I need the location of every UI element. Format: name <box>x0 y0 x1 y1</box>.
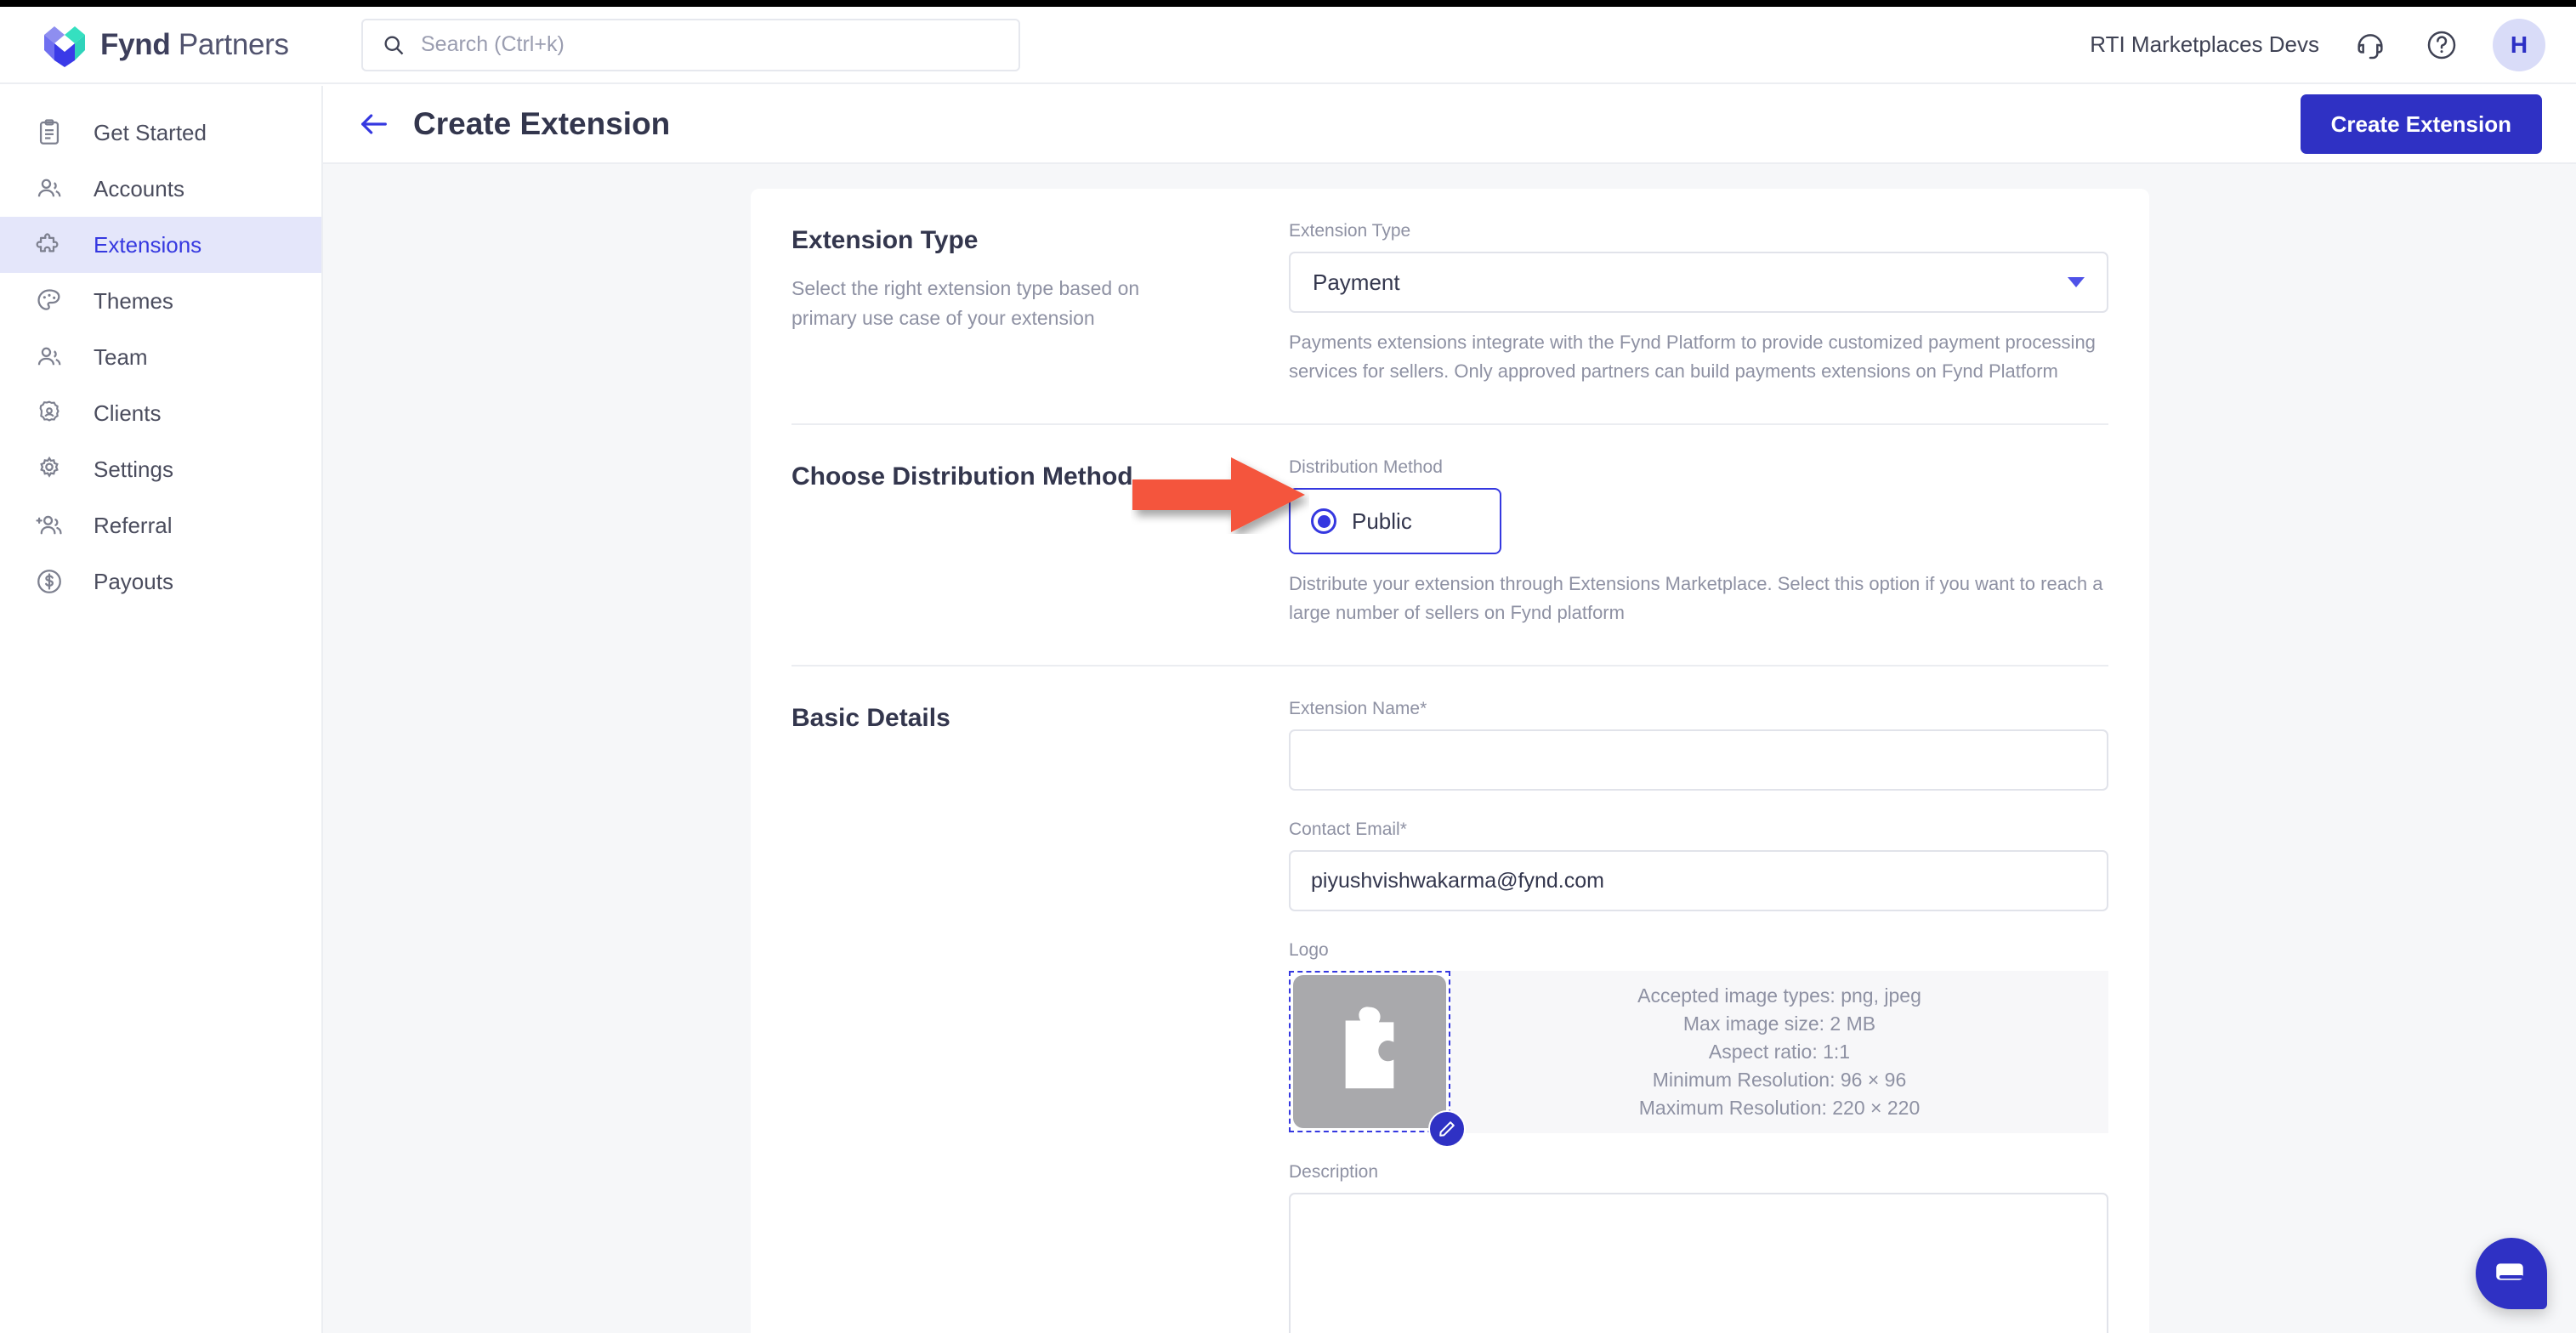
sidebar-item-accounts[interactable]: Accounts <box>0 161 321 217</box>
section-basic-details: Basic Details Extension Name* Contact Em… <box>751 666 2149 1333</box>
create-extension-form-card: Extension Type Select the right extensio… <box>751 189 2149 1333</box>
search-icon <box>382 33 406 57</box>
logo-label: Logo <box>1289 940 1329 961</box>
sidebar-item-label: Settings <box>94 456 173 482</box>
extension-type-select[interactable]: Payment <box>1289 252 2108 313</box>
chat-widget-button[interactable] <box>2476 1238 2547 1309</box>
sidebar-item-payouts[interactable]: Payouts <box>0 553 321 610</box>
distribution-helper: Distribute your extension through Extens… <box>1289 573 2103 624</box>
sidebar-item-clients[interactable]: Clients <box>0 385 321 441</box>
radio-selected-icon <box>1311 508 1336 535</box>
distribution-option-label: Public <box>1352 508 1412 534</box>
puzzle-icon <box>31 230 68 259</box>
gear-icon <box>31 455 68 484</box>
org-name[interactable]: RTI Marketplaces Devs <box>2090 31 2319 58</box>
clipboard-icon <box>31 118 68 147</box>
page-header: Create Extension Create Extension <box>323 86 2576 164</box>
create-extension-button[interactable]: Create Extension <box>2300 94 2542 154</box>
window-top-edge <box>0 0 2576 7</box>
extension-type-label: Extension Type <box>1289 221 1411 241</box>
brand-name-bold: Fynd <box>100 27 171 61</box>
logo-spec-item: Minimum Resolution: 96 × 96 <box>1652 1069 1907 1092</box>
extension-type-helper: Payments extensions integrate with the F… <box>1289 332 2096 383</box>
person-add-icon <box>31 511 68 540</box>
sidebar-item-themes[interactable]: Themes <box>0 273 321 329</box>
contact-email-input[interactable] <box>1289 850 2108 912</box>
distribution-method-label: Distribution Method <box>1289 457 1443 478</box>
puzzle-piece-icon <box>1293 975 1446 1129</box>
extension-name-label: Extension Name* <box>1289 699 1427 719</box>
people-icon <box>31 343 68 372</box>
sidebar-item-referral[interactable]: Referral <box>0 497 321 553</box>
sidebar-item-extensions[interactable]: Extensions <box>0 217 321 273</box>
sidebar-item-label: Clients <box>94 400 162 426</box>
top-bar-right-group: RTI Marketplaces Devs H <box>2090 18 2545 71</box>
sidebar-item-label: Themes <box>94 287 173 314</box>
top-bar: Fynd Partners Search (Ctrl+k) RTI Market… <box>0 7 2576 84</box>
sidebar-item-label: Team <box>94 343 148 370</box>
sidebar: Get Started Accounts Extensions Themes T… <box>0 86 323 1333</box>
chat-bubble-icon <box>2492 1254 2531 1294</box>
logo-specs: Accepted image types: png, jpeg Max imag… <box>1450 971 2108 1134</box>
arrow-left-icon[interactable] <box>357 107 391 141</box>
search-input[interactable]: Search (Ctrl+k) <box>361 18 1020 71</box>
page-title: Create Extension <box>413 106 671 141</box>
app-screen: Fynd Partners Search (Ctrl+k) RTI Market… <box>0 0 2576 1333</box>
description-group: Description <box>1289 1162 2108 1333</box>
dollar-circle-icon <box>31 567 68 596</box>
brand-name-light: Partners <box>170 27 289 61</box>
people-icon <box>31 174 68 203</box>
search-placeholder: Search (Ctrl+k) <box>421 32 565 56</box>
sidebar-item-label: Extensions <box>94 231 202 258</box>
section-title: Basic Details <box>792 704 950 733</box>
question-help-icon[interactable] <box>2421 25 2462 65</box>
sidebar-item-label: Referral <box>94 512 173 538</box>
headset-support-icon[interactable] <box>2350 25 2391 65</box>
section-distribution-method: Choose Distribution Method Distribution … <box>751 425 2149 665</box>
sidebar-item-team[interactable]: Team <box>0 329 321 385</box>
sidebar-item-settings[interactable]: Settings <box>0 441 321 497</box>
logo-spec-item: Aspect ratio: 1:1 <box>1708 1041 1851 1064</box>
fynd-heart-logo <box>41 23 88 67</box>
client-gear-icon <box>31 399 68 428</box>
logo-spec-item: Maximum Resolution: 220 × 220 <box>1638 1097 1921 1120</box>
extension-name-input[interactable] <box>1289 729 2108 791</box>
logo-upload-box[interactable] <box>1289 971 1466 1149</box>
brand-name: Fynd Partners <box>100 28 289 62</box>
logo-group: Logo Accepted image types: png, jpeg Max… <box>1289 940 2108 1149</box>
main-content: Extension Type Select the right extensio… <box>323 164 2576 1333</box>
logo-spec-item: Max image size: 2 MB <box>1682 1013 1876 1035</box>
logo-spec-item: Accepted image types: png, jpeg <box>1637 984 1921 1007</box>
description-label: Description <box>1289 1162 1379 1183</box>
sidebar-item-get-started[interactable]: Get Started <box>0 105 321 161</box>
brand-logo-group[interactable]: Fynd Partners <box>41 23 289 67</box>
extension-name-group: Extension Name* <box>1289 699 2108 791</box>
section-description: Select the right extension type based on… <box>792 277 1140 329</box>
avatar[interactable]: H <box>2493 18 2545 71</box>
contact-email-group: Contact Email* <box>1289 820 2108 912</box>
section-extension-type: Extension Type Select the right extensio… <box>751 189 2149 423</box>
distribution-option-public[interactable]: Public <box>1289 488 1501 555</box>
section-title: Choose Distribution Method <box>792 462 1133 491</box>
sidebar-item-label: Payouts <box>94 568 173 594</box>
contact-email-label: Contact Email* <box>1289 820 1407 840</box>
extension-type-value: Payment <box>1313 269 1400 295</box>
description-textarea[interactable] <box>1289 1193 2108 1333</box>
palette-icon <box>31 286 68 315</box>
sidebar-item-label: Accounts <box>94 175 184 201</box>
sidebar-item-label: Get Started <box>94 119 207 145</box>
section-title: Extension Type <box>792 226 979 254</box>
chevron-down-icon <box>2068 277 2085 287</box>
pencil-edit-icon[interactable] <box>1428 1110 1466 1149</box>
